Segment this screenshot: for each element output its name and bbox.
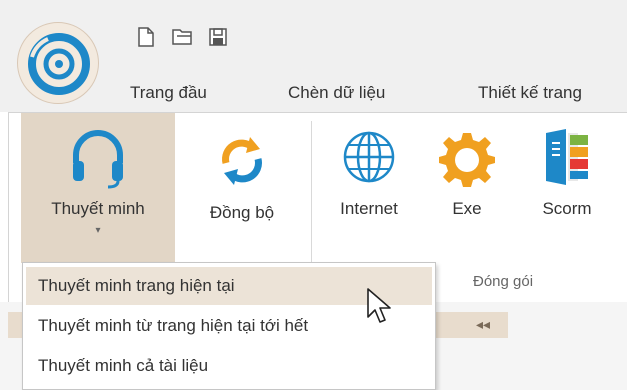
title-bar: Trang đầu Chèn dữ liệu Thiết kế trang [0,0,627,112]
sync-icon [222,137,262,185]
mouse-cursor-icon [367,288,391,323]
menu-item-narrate-whole-document[interactable]: Thuyết minh cả tài liệu [26,347,432,385]
scorm-button[interactable]: Scorm [521,113,613,263]
sync-button-label: Đồng bộ [209,203,275,222]
scorm-button-label: Scorm [542,199,592,218]
new-file-icon[interactable] [134,25,158,49]
globe-icon [343,131,395,183]
narration-button[interactable]: Thuyết minh ▾ [21,113,175,263]
open-folder-icon[interactable] [170,25,194,49]
narration-button-label: Thuyết minh [51,199,145,218]
scorm-icon [546,129,588,185]
tab-insert-data[interactable]: Chèn dữ liệu [288,78,385,108]
tab-home[interactable]: Trang đầu [130,78,207,108]
quick-access-toolbar [134,25,264,51]
internet-button[interactable]: Internet [321,113,417,263]
exe-button-label: Exe [452,199,482,218]
app-logo-icon [28,33,90,95]
chevron-down-icon: ▾ [95,225,101,236]
exe-gear-icon [439,133,495,187]
tab-page-design[interactable]: Thiết kế trang [478,78,582,108]
headphones-icon [73,130,123,189]
exe-button[interactable]: Exe [427,113,507,263]
group-separator [311,121,312,271]
group-label-packaging: Đóng gói [473,273,534,290]
save-icon[interactable] [206,25,230,49]
internet-button-label: Internet [340,199,398,218]
sync-button[interactable]: Đồng bộ [175,113,309,263]
app-logo[interactable] [17,22,99,104]
collapse-icon[interactable]: ◂◂ [476,316,490,333]
